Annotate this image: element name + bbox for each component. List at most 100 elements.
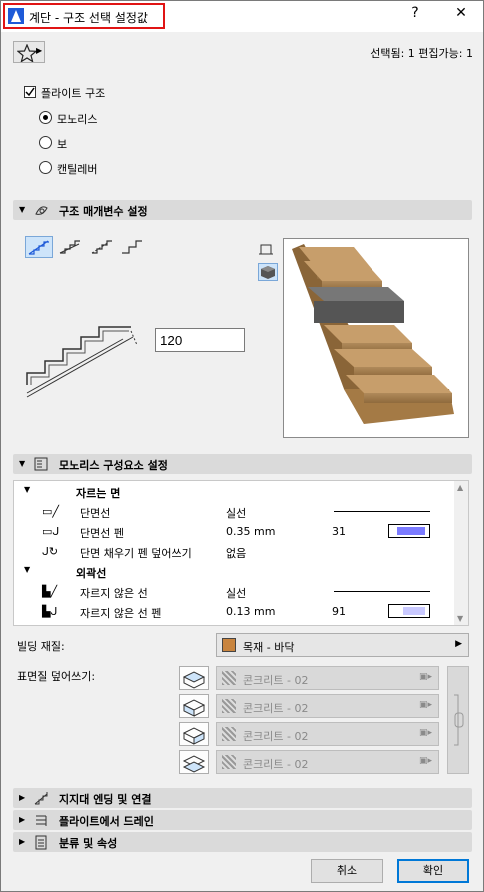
- table-row[interactable]: ▙ᒍ 자르지 않은 선 펜 0.13 mm 91: [14, 601, 454, 621]
- flight-structure-checkbox[interactable]: [24, 86, 36, 98]
- surface-bottom-button[interactable]: [179, 750, 209, 774]
- pen-swatch[interactable]: [388, 524, 430, 538]
- section-title: 구조 매개변수 설정: [59, 205, 148, 218]
- row-name: 자르지 않은 선 펜: [80, 607, 162, 620]
- section-monolith-settings[interactable]: ▼ 모노리스 구성요소 설정: [13, 454, 472, 474]
- row-value: 없음: [226, 547, 247, 560]
- link-surfaces-toggle[interactable]: [447, 666, 469, 774]
- thickness-input[interactable]: [155, 328, 245, 352]
- uncut-line-icon: ▙╱: [42, 585, 58, 598]
- pen-number: 91: [332, 605, 346, 618]
- row-value: 실선: [226, 507, 247, 520]
- concrete-swatch: [222, 755, 236, 769]
- plan-view-toggle[interactable]: [258, 241, 276, 257]
- favorites-button[interactable]: ▶: [13, 41, 45, 63]
- profile-type-1-button[interactable]: [25, 236, 53, 258]
- stair-section-diagram: [26, 326, 138, 398]
- surface-material-dropdown[interactable]: 콘크리트 - 02 ▣▸: [216, 722, 439, 746]
- concrete-swatch: [222, 671, 236, 685]
- ok-button[interactable]: 확인: [397, 859, 469, 883]
- solid-line-preview: [334, 591, 430, 592]
- stair-profile-icon: [122, 240, 142, 254]
- section-drain[interactable]: ▶ 플라이트에서 드레인: [13, 810, 472, 830]
- radio-cantilever-label: 캔틸레버: [57, 163, 98, 176]
- surface-side-button[interactable]: [179, 694, 209, 718]
- scroll-down-icon[interactable]: ▼: [457, 614, 463, 623]
- help-button[interactable]: ?: [403, 5, 427, 21]
- row-name: 자르지 않은 선: [80, 587, 148, 600]
- surface-top-button[interactable]: [179, 666, 209, 690]
- profile-type-2-button[interactable]: [57, 236, 85, 258]
- table-scrollbar[interactable]: ▲ ▼: [454, 481, 468, 625]
- classification-icon: [35, 835, 47, 850]
- surface-material-dropdown[interactable]: 콘크리트 - 02 ▣▸: [216, 666, 439, 690]
- building-material-dropdown[interactable]: 목재 - 바닥 ▶: [216, 633, 469, 657]
- dropdown-arrow-icon: ▶: [455, 639, 462, 649]
- section-title: 모노리스 구성요소 설정: [59, 459, 168, 472]
- group-label: 자르는 면: [76, 487, 121, 500]
- stair-support-icon: [34, 792, 48, 805]
- solid-line-preview: [334, 511, 430, 512]
- table-row[interactable]: ▭ᒍ 단면선 펜 0.35 mm 31: [14, 521, 454, 541]
- group-label: 외곽선: [76, 567, 107, 580]
- archicad-app-icon: [8, 8, 24, 24]
- table-row[interactable]: ▙╱ 자르지 않은 선 실선: [14, 581, 454, 601]
- concrete-swatch: [222, 727, 236, 741]
- section-supports[interactable]: ▶ 지지대 엔딩 및 연결: [13, 788, 472, 808]
- radio-beam[interactable]: [39, 136, 52, 149]
- stair-profile-icon: [91, 240, 112, 254]
- radio-cantilever[interactable]: [39, 161, 52, 174]
- wood-material-swatch: [222, 638, 236, 652]
- structure-settings-icon: [35, 206, 48, 215]
- profile-type-4-button[interactable]: [119, 236, 147, 258]
- surface-material-dropdown[interactable]: 콘크리트 - 02 ▣▸: [216, 694, 439, 718]
- radio-monolith-label: 모노리스: [57, 113, 98, 126]
- drain-icon: [36, 815, 47, 826]
- row-name: 단면 채우기 펜 덮어쓰기: [80, 547, 192, 560]
- surface-material-dropdown[interactable]: 콘크리트 - 02 ▣▸: [216, 750, 439, 774]
- table-row[interactable]: ▭╱ 단면선 실선: [14, 501, 454, 521]
- line-type-icon: ▭╱: [42, 505, 60, 518]
- pen-swatch[interactable]: [388, 604, 430, 618]
- pen-number: 31: [332, 525, 346, 538]
- close-button[interactable]: ✕: [449, 5, 473, 21]
- row-value: 0.35 mm: [226, 525, 276, 538]
- group-row-outline[interactable]: ▼ 외곽선: [14, 561, 454, 581]
- group-collapse-icon: ▼: [24, 565, 31, 574]
- group-collapse-icon: ▼: [24, 485, 31, 494]
- expand-arrow-icon: ▶: [19, 793, 26, 802]
- table-row[interactable]: ᒍ↻ 단면 채우기 펜 덮어쓰기 없음: [14, 541, 454, 561]
- stair-3d-preview: [283, 238, 469, 438]
- surface-material-value: 콘크리트 - 02: [243, 758, 309, 771]
- row-name: 단면선: [80, 507, 111, 520]
- profile-type-3-button[interactable]: [89, 236, 117, 258]
- collapse-arrow-icon: ▼: [19, 459, 26, 468]
- surface-edge-button[interactable]: [179, 722, 209, 746]
- favorites-arrow-icon: ▶: [36, 46, 43, 55]
- uncut-pen-icon: ▙ᒍ: [42, 605, 58, 618]
- group-row-cut-surface[interactable]: ▼ 자르는 면: [14, 481, 454, 501]
- section-title: 지지대 엔딩 및 연결: [59, 793, 152, 806]
- flight-structure-label: 플라이트 구조: [41, 87, 106, 100]
- section-title: 분류 및 속성: [59, 837, 118, 850]
- material-picker-icon: ▣▸: [418, 700, 432, 710]
- surface-material-value: 콘크리트 - 02: [243, 730, 309, 743]
- bottom-face-icon: [182, 755, 206, 773]
- radio-beam-label: 보: [57, 138, 68, 151]
- stair-profile-icon: [28, 240, 49, 255]
- cancel-button[interactable]: 취소: [311, 859, 383, 883]
- cube-icon: [261, 266, 275, 279]
- section-classification[interactable]: ▶ 분류 및 속성: [13, 832, 472, 852]
- radio-monolith[interactable]: [39, 111, 52, 124]
- scroll-up-icon[interactable]: ▲: [457, 483, 463, 492]
- section-structure-params[interactable]: ▼ 구조 매개변수 설정: [13, 200, 472, 220]
- section-title: 플라이트에서 드레인: [59, 815, 154, 828]
- component-settings-icon: [34, 457, 48, 471]
- fill-pen-icon: ᒍ↻: [42, 545, 59, 558]
- surface-override-label: 표면질 덮어쓰기:: [17, 670, 96, 683]
- 3d-view-toggle[interactable]: [258, 263, 278, 281]
- chain-link-icon: [454, 694, 464, 746]
- concrete-swatch: [222, 699, 236, 713]
- settings-dialog: 계단 - 구조 선택 설정값 ? ✕ ▶ 선택됨: 1 편집가능: 1 플라이트…: [0, 0, 484, 892]
- surface-material-value: 콘크리트 - 02: [243, 674, 309, 687]
